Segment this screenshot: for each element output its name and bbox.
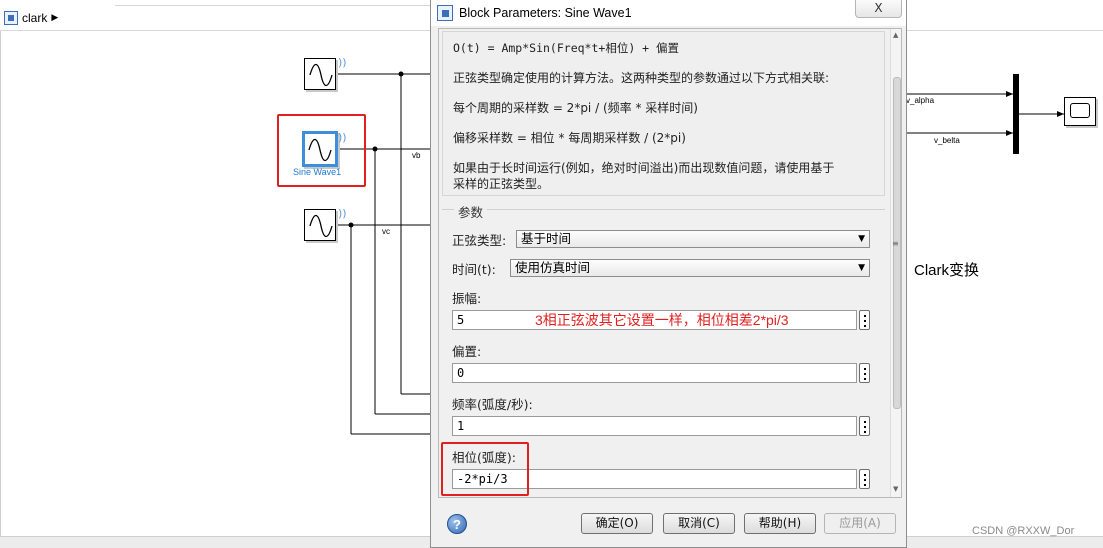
sine-wave-icon [309,214,333,238]
close-button[interactable]: X [855,0,902,18]
screenshot-root: clark ▶)))) Sine Wave1)) vb vc v_alph… [0,0,1103,548]
description-line: 如果由于长时间运行(例如，绝对时间溢出)而出现数值问题，请使用基于 [453,161,835,175]
description-line: 正弦类型确定使用的计算方法。这两种类型的参数通过以下方式相关联: [453,71,830,85]
sine-wave-icon [309,63,333,87]
cancel-button[interactable]: 取消(C) [663,513,735,534]
dialog-body: O(t) = Amp*Sin(Freq*t+相位) + 偏置 正弦类型确定使用的… [438,28,902,498]
time-select[interactable]: 使用仿真时间 ▼ [510,259,870,277]
description-line: 采样的正弦类型。 [453,177,550,191]
frequency-label: 频率(弧度/秒): [452,397,533,412]
chevron-down-icon: ▼ [858,234,865,244]
sine-type-value: 基于时间 [521,231,572,246]
frequency-input[interactable]: 1 [452,416,857,436]
parameters-group-title: 参数 [454,202,488,221]
help-icon[interactable]: ? [447,514,467,534]
scroll-up-icon[interactable]: ▲ [893,31,898,39]
simulink-app-icon [437,5,453,21]
scroll-down-icon[interactable]: ▼ [893,485,898,493]
description-line: 偏移采样数 = 相位 * 每周期采样数 / (2*pi) [453,131,686,145]
time-value: 使用仿真时间 [515,260,591,275]
watermark: CSDN @RXXW_Dor [972,525,1075,537]
signal-broadcast-icon: )) [338,56,347,69]
red-annotation-note: 3相正弦波其它设置一样，相位相差2*pi/3 [535,312,789,328]
description-panel: O(t) = Amp*Sin(Freq*t+相位) + 偏置 正弦类型确定使用的… [442,31,885,196]
frequency-more-button[interactable] [859,416,870,436]
amplitude-label: 振幅: [452,291,482,306]
highlight-box-phase [441,442,529,496]
help-button[interactable]: 帮助(H) [744,513,816,534]
phase-more-button[interactable] [859,469,870,489]
dialog-title: Block Parameters: Sine Wave1 [459,6,632,20]
sine-wave2-block[interactable] [304,209,336,241]
clark-annotation[interactable]: Clark变换 [914,259,979,280]
highlight-box-sine-wave1 [277,114,366,187]
description-formula: O(t) = Amp*Sin(Freq*t+相位) + 偏置 [453,41,680,55]
signal-label-vc[interactable]: vc [382,227,390,236]
bias-input[interactable]: 0 [452,363,857,383]
signal-label-vb[interactable]: vb [412,151,420,160]
signal-broadcast-icon: )) [338,207,347,220]
block-parameters-dialog[interactable]: Block Parameters: Sine Wave1 X O(t) = Am… [430,0,907,548]
description-line: 每个周期的采样数 = 2*pi / (频率 * 采样时间) [453,101,698,115]
signal-label-v-alpha[interactable]: v_alpha [906,96,936,105]
chevron-down-icon: ▼ [858,263,865,273]
sine-type-select[interactable]: 基于时间 ▼ [516,230,870,248]
grip-icon: ≡ [892,239,899,248]
scope-block[interactable] [1064,97,1096,126]
sine-wave-block[interactable] [304,58,336,90]
bias-more-button[interactable] [859,363,870,383]
amplitude-more-button[interactable] [859,310,870,330]
bias-label: 偏置: [452,344,482,359]
dialog-titlebar[interactable]: Block Parameters: Sine Wave1 [431,0,906,26]
ok-button[interactable]: 确定(O) [581,513,653,534]
time-label: 时间(t): [452,262,496,277]
mux-block[interactable] [1013,74,1019,154]
vertical-scrollbar[interactable]: ▲ ≡ ▼ [890,29,901,497]
apply-button[interactable]: 应用(A) [824,513,896,534]
scope-screen-icon [1070,103,1090,118]
sine-type-label: 正弦类型: [452,233,507,248]
signal-label-v-belta[interactable]: v_belta [934,136,960,145]
